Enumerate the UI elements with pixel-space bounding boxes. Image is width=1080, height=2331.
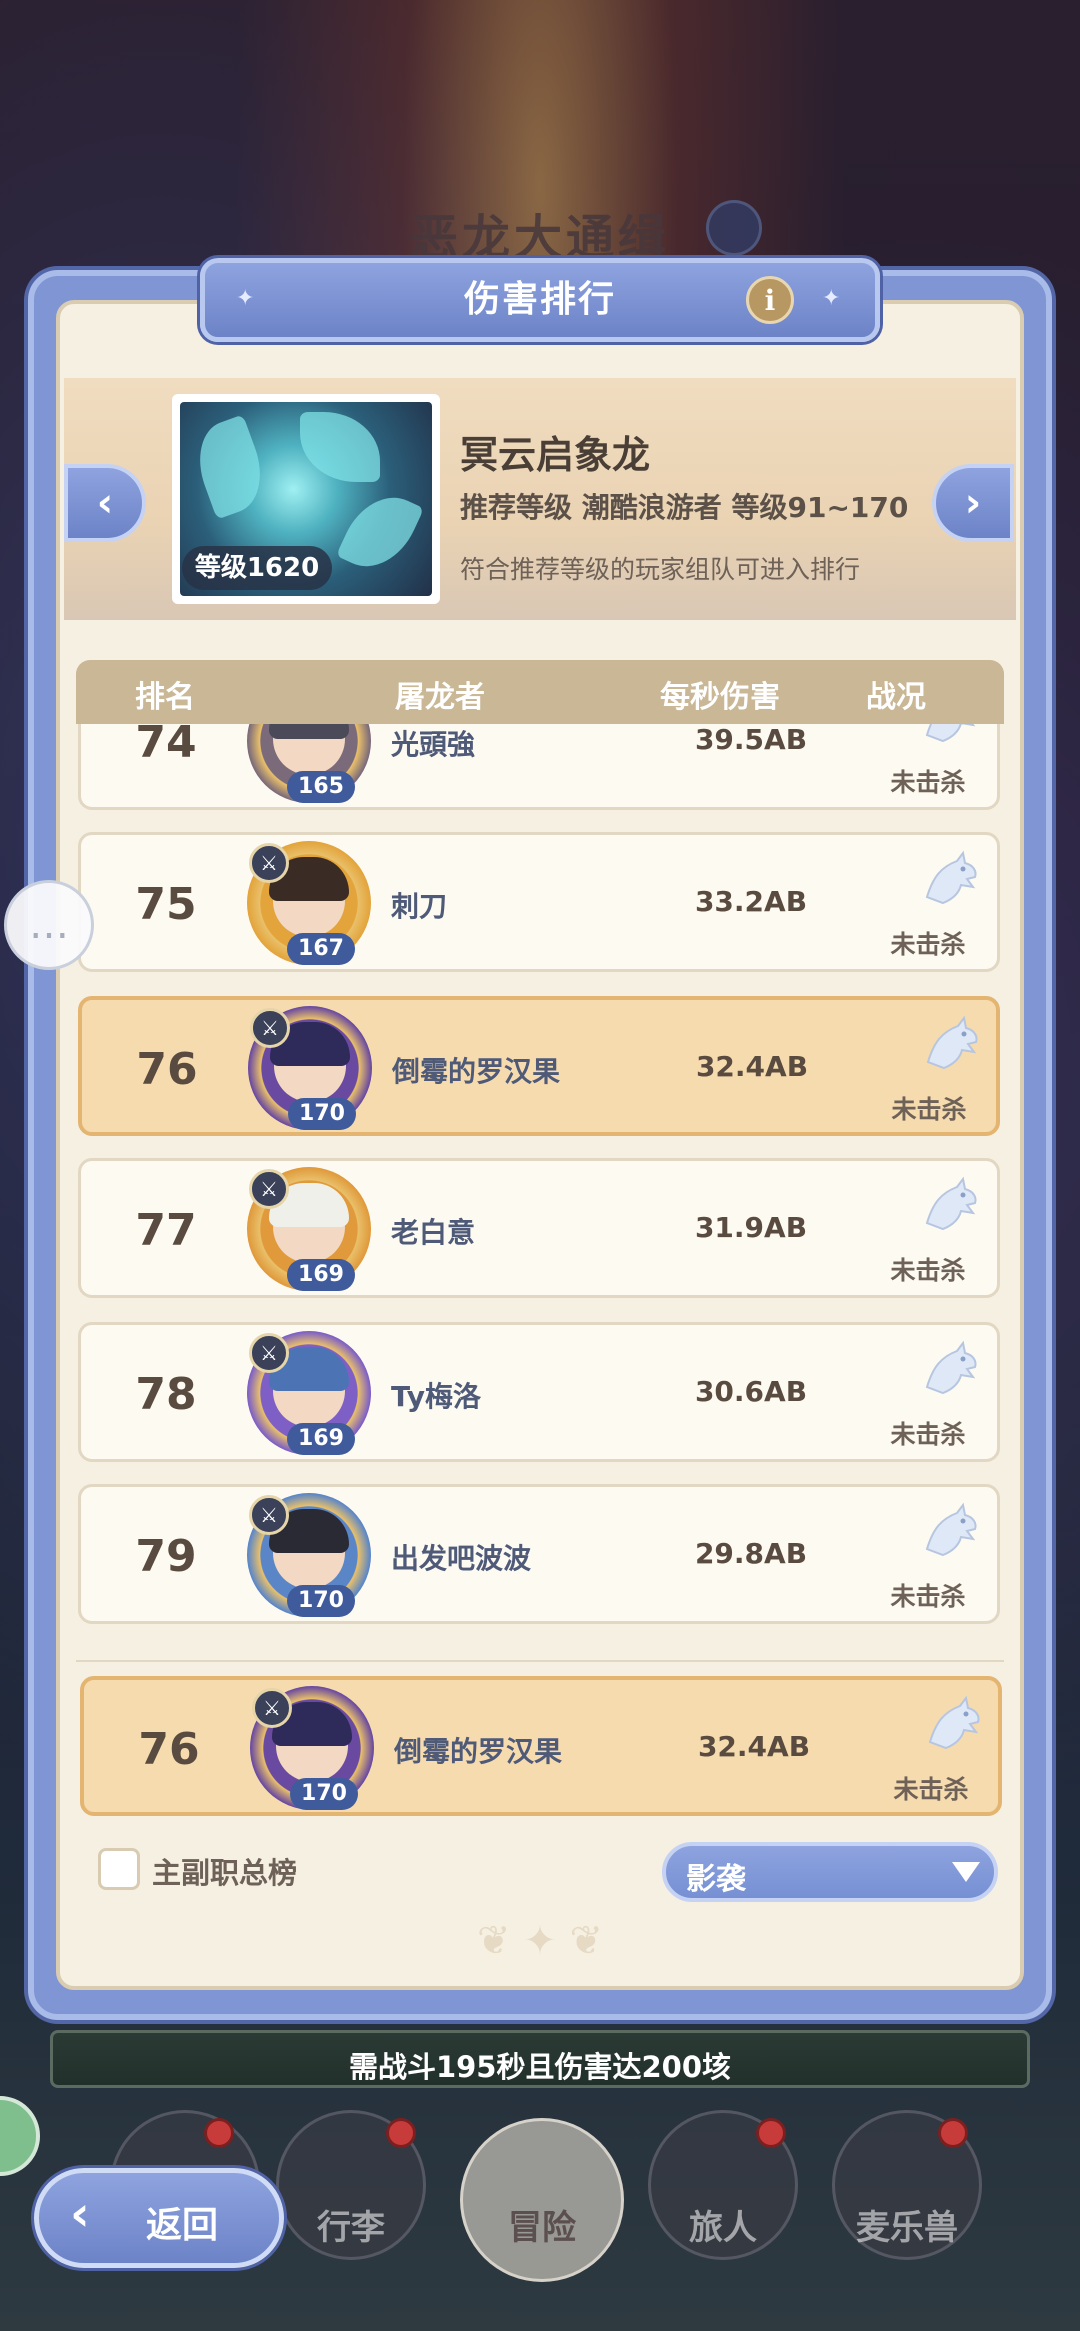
dragon-status-icon bbox=[917, 847, 983, 913]
player-name: 倒霉的罗汉果 bbox=[392, 1055, 561, 1088]
class-emblem-icon: ⚔ bbox=[250, 1008, 290, 1048]
player-dps: 31.9AB bbox=[694, 1211, 808, 1244]
notification-dot bbox=[756, 2118, 786, 2148]
ranking-list[interactable]: 74 ⚔ 165 光頭強 39.5AB 未击杀 75 ⚔ 167 刺刀 33 bbox=[76, 724, 1004, 1664]
class-emblem-icon: ⚔ bbox=[249, 1495, 289, 1535]
tab-luggage-label: 行李 bbox=[317, 2208, 385, 2248]
table-row[interactable]: 77 ⚔ 169 老白意 31.9AB 未击杀 bbox=[78, 1158, 1000, 1298]
header-rank: 排名 bbox=[135, 680, 195, 715]
my-rank-row[interactable]: 76 ⚔ 170 倒霉的罗汉果 32.4AB 未击杀 bbox=[78, 996, 1000, 1136]
class-emblem-icon: ⚔ bbox=[249, 1333, 289, 1373]
background-badge-icon bbox=[706, 200, 762, 256]
dragon-status-icon bbox=[917, 1337, 983, 1403]
my-rank-row[interactable]: 76 ⚔ 170 倒霉的罗汉果 32.4AB 未击杀 bbox=[80, 1676, 1002, 1816]
avatar-hair bbox=[269, 724, 349, 739]
player-avatar[interactable]: ⚔ 169 bbox=[247, 1331, 371, 1455]
tab-travelers-label: 旅人 bbox=[689, 2208, 757, 2248]
dragon-status-icon bbox=[920, 1692, 986, 1758]
player-avatar[interactable]: ⚔ 169 bbox=[247, 1167, 371, 1291]
caret-down-icon bbox=[952, 1862, 980, 1882]
header-status: 战况 bbox=[866, 680, 926, 715]
player-avatar[interactable]: ⚔ 167 bbox=[247, 841, 371, 965]
player-dps: 32.4AB bbox=[695, 1050, 809, 1083]
table-row[interactable]: 78 ⚔ 169 Ty梅洛 30.6AB 未击杀 bbox=[78, 1322, 1000, 1462]
main-sub-total-checkbox[interactable] bbox=[98, 1848, 140, 1890]
table-row[interactable]: 74 ⚔ 165 光頭強 39.5AB 未击杀 bbox=[78, 724, 1000, 810]
class-emblem-icon: ⚔ bbox=[249, 843, 289, 883]
boss-recommended-level: 推荐等级 潮酷浪游者 等级91~170 bbox=[460, 491, 909, 524]
rank-number: 76 bbox=[138, 1724, 200, 1775]
kill-status: 未击杀 bbox=[890, 930, 966, 959]
rank-number: 79 bbox=[135, 1531, 197, 1582]
notification-dot bbox=[938, 2118, 968, 2148]
my-ranking-row: 76 ⚔ 170 倒霉的罗汉果 32.4AB 未击杀 bbox=[78, 1676, 1002, 1820]
player-dps: 33.2AB bbox=[694, 885, 808, 918]
dragon-status-icon bbox=[917, 1173, 983, 1239]
notification-dot bbox=[386, 2118, 416, 2148]
player-level: 170 bbox=[287, 1585, 355, 1617]
player-level: 167 bbox=[287, 933, 355, 965]
table-row[interactable]: 79 ⚔ 170 出发吧波波 29.8AB 未击杀 bbox=[78, 1484, 1000, 1624]
player-name: 刺刀 bbox=[391, 890, 448, 923]
rank-number: 75 bbox=[135, 879, 197, 930]
kill-status: 未击杀 bbox=[890, 1582, 966, 1611]
kill-status: 未击杀 bbox=[891, 1095, 967, 1124]
list-divider bbox=[76, 1660, 1004, 1662]
player-name: 倒霉的罗汉果 bbox=[394, 1735, 563, 1768]
class-emblem-icon: ⚔ bbox=[249, 1169, 289, 1209]
kill-status: 未击杀 bbox=[890, 1256, 966, 1285]
player-dps: 39.5AB bbox=[694, 724, 808, 756]
dragon-status-icon bbox=[918, 1012, 984, 1078]
chevron-left-icon: ‹ bbox=[96, 480, 114, 526]
player-name: 光頭強 bbox=[391, 728, 476, 761]
header-slayer: 屠龙者 bbox=[395, 680, 485, 715]
player-level: 170 bbox=[288, 1098, 356, 1130]
ornament-icon: ❦ ✦ ❦ bbox=[477, 1918, 603, 1964]
player-level: 170 bbox=[290, 1778, 358, 1810]
rank-number: 78 bbox=[135, 1369, 197, 1420]
back-arrow-icon: ‹ bbox=[70, 2186, 90, 2242]
kill-status: 未击杀 bbox=[890, 1420, 966, 1449]
player-level: 165 bbox=[287, 771, 355, 803]
rank-number: 76 bbox=[136, 1044, 198, 1095]
tab-adventure-label: 冒险 bbox=[508, 2208, 576, 2248]
back-button-label: 返回 bbox=[146, 2205, 219, 2246]
player-avatar[interactable]: ⚔ 170 bbox=[248, 1006, 372, 1130]
chevron-right-icon: › bbox=[964, 480, 982, 526]
player-dps: 29.8AB bbox=[694, 1537, 808, 1570]
kill-status: 未击杀 bbox=[890, 768, 966, 797]
info-icon[interactable]: i bbox=[746, 276, 794, 324]
hint-text: 需战斗195秒且伤害达200垓 bbox=[348, 2050, 732, 2084]
table-row[interactable]: 75 ⚔ 167 刺刀 33.2AB 未击杀 bbox=[78, 832, 1000, 972]
player-dps: 32.4AB bbox=[697, 1730, 811, 1763]
dragon-status-icon bbox=[917, 1499, 983, 1565]
header-dps: 每秒伤害 bbox=[660, 680, 780, 715]
player-avatar[interactable]: ⚔ 170 bbox=[250, 1686, 374, 1810]
dropdown-selected: 影袭 bbox=[686, 1862, 746, 1897]
player-name: 老白意 bbox=[391, 1216, 476, 1249]
checkbox-label: 主副职总榜 bbox=[152, 1856, 298, 1890]
next-boss-button[interactable]: › bbox=[932, 464, 1014, 542]
rank-number: 74 bbox=[135, 724, 197, 768]
notification-dot bbox=[204, 2118, 234, 2148]
rank-number: 77 bbox=[135, 1205, 197, 1256]
class-emblem-icon: ⚔ bbox=[252, 1688, 292, 1728]
chat-icon[interactable]: … bbox=[4, 880, 94, 970]
player-avatar[interactable]: ⚔ 165 bbox=[247, 724, 371, 803]
player-name: Ty梅洛 bbox=[391, 1380, 482, 1413]
player-name: 出发吧波波 bbox=[391, 1542, 532, 1575]
tab-pets-label: 麦乐兽 bbox=[856, 2208, 958, 2248]
prev-boss-button[interactable]: ‹ bbox=[64, 464, 146, 542]
player-avatar[interactable]: ⚔ 170 bbox=[247, 1493, 371, 1617]
player-dps: 30.6AB bbox=[694, 1375, 808, 1408]
boss-level-badge: 等级1620 bbox=[182, 546, 332, 590]
dragon-status-icon bbox=[917, 724, 983, 751]
player-level: 169 bbox=[287, 1259, 355, 1291]
boss-name: 冥云启象龙 bbox=[460, 433, 651, 477]
boss-requirement: 符合推荐等级的玩家组队可进入排行 bbox=[460, 555, 861, 584]
player-level: 169 bbox=[287, 1423, 355, 1455]
kill-status: 未击杀 bbox=[893, 1775, 969, 1804]
